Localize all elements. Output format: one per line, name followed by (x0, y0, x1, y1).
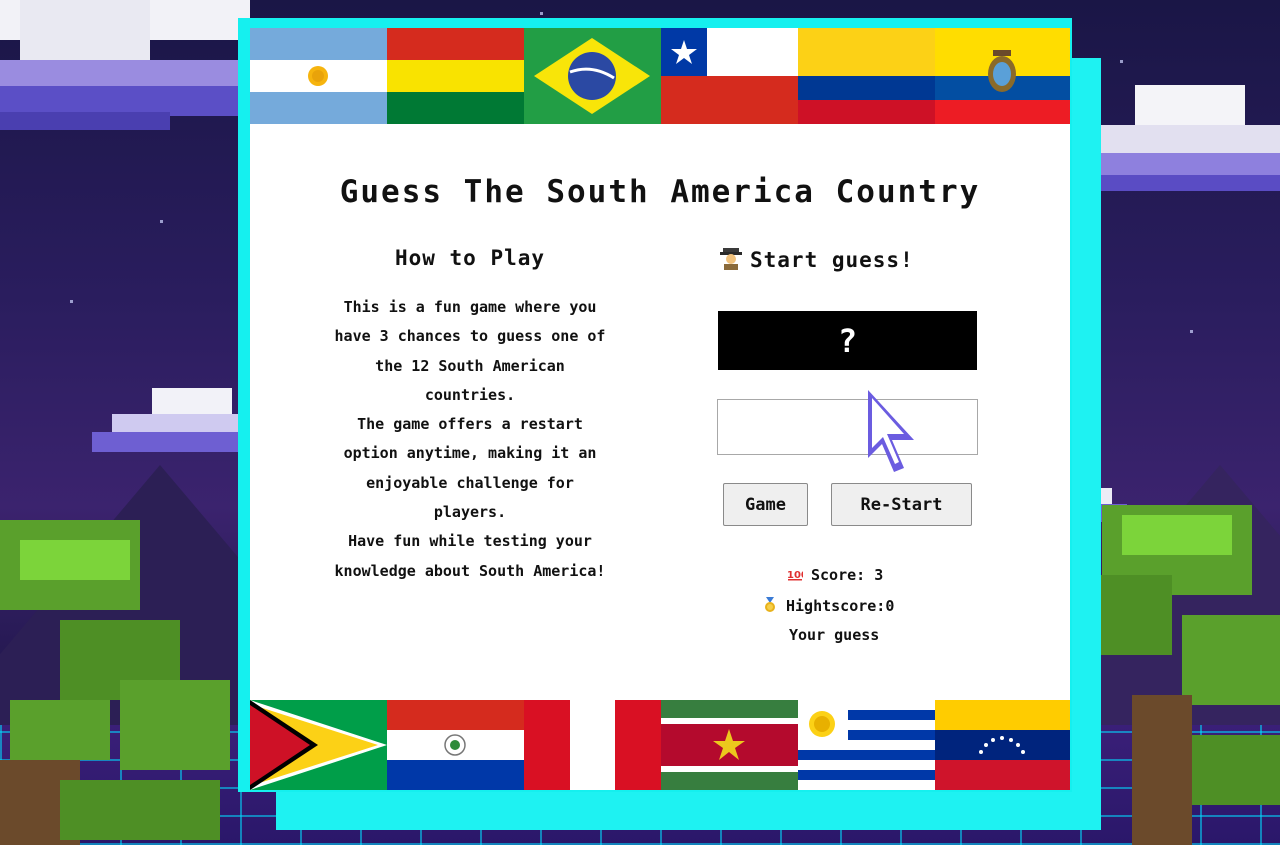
brazil-flag (524, 28, 661, 124)
star (1120, 60, 1123, 63)
pixel-tree (1072, 505, 1280, 845)
pixel-cloud (1075, 85, 1280, 195)
how-to-play-heading: How to Play (394, 246, 546, 270)
pixel-tree (0, 520, 240, 845)
suriname-flag (661, 700, 798, 790)
star (1190, 330, 1193, 333)
start-guess-heading: Start guess! (720, 246, 976, 272)
description-line: enjoyable challenge for (366, 473, 574, 492)
highscore-label: Hightscore:0 (786, 597, 895, 615)
score-display: 100 Score: 3 (787, 566, 883, 584)
score-label: Score: 3 (811, 566, 884, 584)
flags-top-row (250, 28, 1070, 124)
game-card: Guess The South America Country How to P… (250, 28, 1070, 790)
star (540, 12, 543, 15)
chile-flag (661, 28, 798, 124)
secret-country-box: ? (718, 311, 977, 370)
description-line: have 3 chances to guess one of (334, 327, 606, 346)
game-button[interactable]: Game (723, 483, 808, 526)
pixel-cloud (92, 388, 252, 458)
description-line: countries. (424, 385, 516, 404)
star (160, 220, 163, 223)
page-title: Guess The South America Country (339, 174, 981, 210)
pointer-cursor-icon (864, 388, 920, 476)
peru-flag (524, 700, 661, 790)
star (70, 300, 73, 303)
paraguay-flag (387, 700, 524, 790)
pixel-cloud (0, 0, 250, 140)
hundred-points-icon: 100 (787, 566, 808, 582)
guess-input[interactable] (717, 399, 978, 455)
ecuador-flag (935, 28, 1070, 124)
venezuela-flag (935, 700, 1070, 790)
start-guess-label: Start guess! (750, 248, 914, 272)
restart-button[interactable]: Re-Start (831, 483, 972, 526)
colombia-flag (798, 28, 935, 124)
your-guess-label: Your guess (789, 626, 880, 644)
description-line: Have fun while testing your (348, 532, 592, 551)
flags-bottom-row (250, 700, 1070, 790)
description-line: option anytime, making it an (343, 444, 597, 463)
description-line: This is a fun game where you (343, 298, 597, 316)
bolivia-flag (387, 28, 524, 124)
description-line: knowledge about South America! (334, 561, 606, 580)
argentina-flag (250, 28, 387, 124)
uruguay-flag (798, 700, 935, 790)
description-line: the 12 South American (375, 356, 565, 375)
detective-icon (720, 246, 742, 270)
highscore-display: Hightscore:0 (762, 597, 894, 615)
how-to-play-description: This is a fun game where you have 3 chan… (290, 293, 650, 586)
medal-icon (762, 597, 778, 613)
description-line: The game offers a restart (357, 415, 583, 434)
description-line: players. (433, 503, 507, 522)
guyana-flag (250, 700, 387, 790)
